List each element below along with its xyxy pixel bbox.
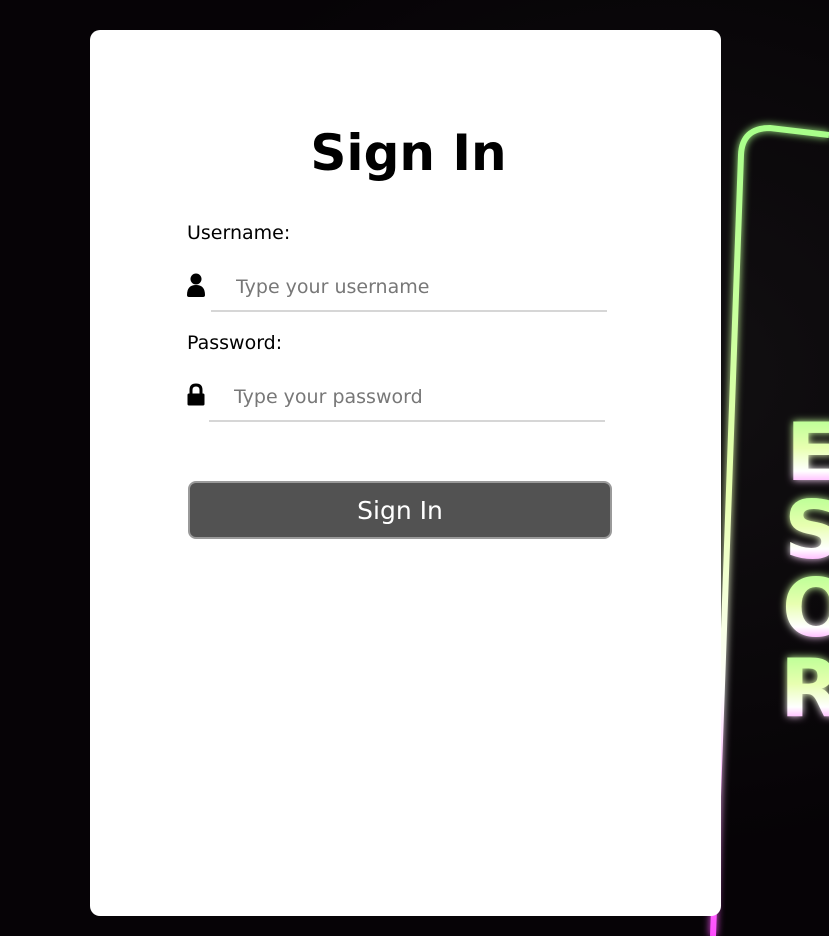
neon-letter-3: R — [780, 642, 829, 735]
signin-button[interactable]: Sign In — [188, 481, 612, 539]
username-input[interactable] — [211, 264, 607, 312]
signin-card: Sign In Username: Password: Sign In — [90, 30, 721, 916]
lock-icon — [187, 383, 205, 406]
password-label: Password: — [187, 332, 283, 354]
page-title: Sign In — [310, 124, 507, 182]
password-input[interactable] — [209, 374, 605, 422]
user-icon — [187, 273, 205, 297]
username-label: Username: — [187, 222, 291, 244]
